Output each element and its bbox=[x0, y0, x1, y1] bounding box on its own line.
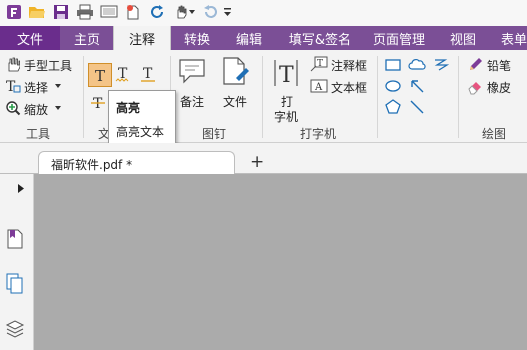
tab-edit[interactable]: 编辑 bbox=[224, 26, 274, 50]
hand-dropdown-icon[interactable] bbox=[188, 3, 196, 21]
file-label[interactable]: 文件 bbox=[223, 93, 247, 110]
svg-text:A: A bbox=[314, 82, 323, 93]
tab-home[interactable]: 主页 bbox=[62, 26, 112, 50]
rectangle-icon[interactable] bbox=[384, 58, 402, 72]
typewriter-group-label: 打字机 bbox=[300, 127, 337, 141]
select-label[interactable]: 选择 bbox=[24, 79, 48, 96]
redo-rotate-icon[interactable] bbox=[148, 3, 166, 21]
ribbon-separator bbox=[83, 56, 84, 138]
qat-customize-icon[interactable] bbox=[222, 3, 232, 21]
select-dropdown-icon[interactable] bbox=[54, 80, 62, 92]
drawing-group-label: 绘图 bbox=[482, 127, 507, 141]
pencil-icon[interactable] bbox=[467, 57, 483, 73]
note-icon[interactable] bbox=[178, 58, 206, 86]
print-icon[interactable] bbox=[76, 3, 94, 21]
ribbon-separator bbox=[377, 56, 378, 138]
tab-comment[interactable]: 注释 bbox=[113, 26, 171, 51]
tab-convert[interactable]: 转换 bbox=[172, 26, 222, 50]
pencil-label[interactable]: 铅笔 bbox=[487, 57, 511, 74]
note-label[interactable]: 备注 bbox=[180, 93, 204, 110]
new-tab-button[interactable]: + bbox=[250, 152, 264, 172]
app-logo-icon bbox=[5, 3, 23, 21]
polyline-icon[interactable] bbox=[432, 56, 450, 72]
eraser-label[interactable]: 橡皮 bbox=[487, 79, 511, 96]
tools-group-label: 工具 bbox=[26, 127, 51, 141]
strikeout-icon[interactable]: T bbox=[88, 92, 108, 114]
quick-access-toolbar bbox=[0, 0, 527, 26]
open-folder-icon[interactable] bbox=[28, 3, 46, 21]
typewriter-label-line2[interactable]: 字机 bbox=[274, 108, 298, 125]
screen-icon[interactable] bbox=[100, 3, 118, 21]
zoom-label[interactable]: 缩放 bbox=[24, 101, 48, 118]
textbox-label[interactable]: 文本框 bbox=[331, 79, 367, 96]
eraser-icon[interactable] bbox=[467, 79, 483, 95]
tooltip-description: 高亮文本 bbox=[116, 125, 165, 139]
layers-icon[interactable] bbox=[5, 318, 25, 340]
cloud-icon[interactable] bbox=[408, 56, 426, 72]
document-view-area[interactable] bbox=[34, 174, 527, 350]
ribbon-separator bbox=[262, 56, 263, 138]
bookmarks-icon[interactable] bbox=[5, 228, 25, 250]
undo-icon[interactable] bbox=[201, 3, 219, 21]
textbox-icon[interactable]: A bbox=[310, 78, 328, 94]
ribbon-separator bbox=[458, 56, 459, 138]
polygon-icon[interactable] bbox=[384, 99, 402, 115]
ellipse-icon[interactable] bbox=[384, 78, 402, 94]
expand-panel-icon[interactable] bbox=[16, 182, 26, 194]
file-menu[interactable]: 文件 bbox=[0, 26, 60, 50]
save-icon[interactable] bbox=[52, 3, 70, 21]
svg-text:T: T bbox=[143, 66, 153, 82]
pin-group-label: 图钉 bbox=[202, 127, 227, 141]
tab-fill-sign[interactable]: 填写&签名 bbox=[282, 26, 358, 50]
tab-page-management[interactable]: 页面管理 bbox=[365, 26, 433, 50]
page-thumbnails-icon[interactable] bbox=[5, 273, 25, 295]
tooltip: 高亮 高亮文本 bbox=[108, 90, 176, 148]
callout-label[interactable]: 注释框 bbox=[331, 57, 367, 74]
underline-icon[interactable]: T bbox=[138, 63, 158, 85]
tooltip-title: 高亮 bbox=[116, 101, 141, 115]
squiggly-underline-icon[interactable]: T bbox=[113, 63, 133, 85]
highlight-icon[interactable]: T bbox=[88, 63, 112, 87]
tab-form[interactable]: 表单 bbox=[494, 26, 527, 50]
arrow-icon[interactable] bbox=[408, 78, 426, 94]
tab-view[interactable]: 视图 bbox=[440, 26, 486, 50]
zoom-icon[interactable] bbox=[5, 100, 21, 116]
typewriter-icon[interactable]: T bbox=[272, 58, 300, 88]
svg-text:T: T bbox=[95, 67, 105, 83]
hand-tool-icon[interactable] bbox=[5, 56, 21, 72]
svg-text:T: T bbox=[317, 59, 323, 69]
file-attachment-icon[interactable] bbox=[220, 56, 250, 88]
callout-icon[interactable]: T bbox=[310, 56, 328, 72]
svg-text:T: T bbox=[93, 96, 103, 112]
select-text-icon[interactable]: T bbox=[5, 78, 21, 94]
zoom-dropdown-icon[interactable] bbox=[54, 102, 62, 114]
new-document-icon[interactable] bbox=[124, 3, 142, 21]
line-icon[interactable] bbox=[408, 99, 426, 115]
document-tab-title: 福昕软件.pdf * bbox=[51, 158, 133, 172]
document-tab[interactable]: 福昕软件.pdf * bbox=[38, 151, 235, 175]
svg-text:T: T bbox=[279, 63, 294, 88]
hand-tool-label[interactable]: 手型工具 bbox=[24, 57, 72, 74]
